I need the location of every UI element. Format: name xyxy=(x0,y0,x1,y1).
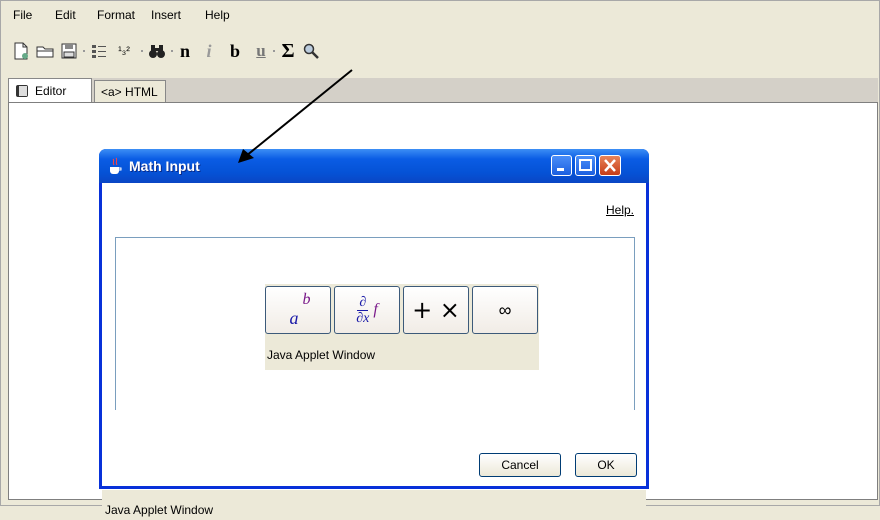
math-input-dialog: Math Input Help. a b ∂ ∂x f + × ∞ Java A… xyxy=(99,149,649,520)
derivative-numerator: ∂ xyxy=(357,294,369,311)
menu-format[interactable]: Format xyxy=(97,8,135,22)
derivative-fraction: ∂ ∂x xyxy=(356,295,369,326)
dialog-body: Help. a b ∂ ∂x f + × ∞ Java Applet Windo… xyxy=(102,183,646,520)
editor-book-icon xyxy=(16,84,28,97)
sigma-math-button[interactable]: Σ xyxy=(277,40,299,62)
dialog-titlebar[interactable]: Math Input xyxy=(99,149,649,183)
cancel-button[interactable]: Cancel xyxy=(479,453,561,477)
tab-html-label: <a> HTML xyxy=(101,84,158,99)
n-format-button[interactable]: n xyxy=(175,40,195,62)
toolbar: ¹₃² n i b u Σ xyxy=(1,36,879,74)
applet-caption: Java Applet Window xyxy=(267,348,376,362)
tab-editor-label: Editor xyxy=(35,83,67,98)
tab-html[interactable]: <a> HTML xyxy=(94,80,166,102)
bottom-caption: Java Applet Window xyxy=(105,503,214,517)
infinity-label: ∞ xyxy=(498,299,512,320)
superscript-base: a xyxy=(289,307,299,328)
underline-button[interactable]: u xyxy=(251,40,271,62)
dialog-title: Math Input xyxy=(129,158,200,174)
maximize-button[interactable] xyxy=(575,155,596,176)
tab-strip: Editor <a> HTML xyxy=(8,78,878,102)
menu-bar: File Edit Format Insert Help xyxy=(1,1,879,29)
zoom-magnifier-icon[interactable] xyxy=(301,40,321,62)
menu-file[interactable]: File xyxy=(13,8,32,22)
operators-button[interactable]: + × xyxy=(403,286,469,334)
new-document-icon[interactable] xyxy=(11,40,31,62)
derivative-button[interactable]: ∂ ∂x f xyxy=(334,286,400,334)
minimize-icon xyxy=(557,168,564,171)
list-icon[interactable] xyxy=(89,40,109,62)
maximize-icon xyxy=(579,159,592,171)
ok-button[interactable]: OK xyxy=(575,453,637,477)
menu-help[interactable]: Help xyxy=(205,8,230,22)
java-cup-icon xyxy=(110,157,122,174)
derivative-denominator: ∂x xyxy=(356,310,370,326)
tab-editor[interactable]: Editor xyxy=(8,78,92,102)
java-applet: a b ∂ ∂x f + × ∞ Java Applet Window xyxy=(265,284,539,370)
menu-edit[interactable]: Edit xyxy=(55,8,76,22)
derivative-function: f xyxy=(373,301,378,318)
close-icon xyxy=(604,159,616,172)
operators-label: + × xyxy=(412,296,460,324)
superscript-exponent: b xyxy=(302,291,311,308)
infinity-button[interactable]: ∞ xyxy=(472,286,538,334)
help-link[interactable]: Help. xyxy=(606,203,634,217)
close-button[interactable] xyxy=(599,155,621,176)
menu-insert[interactable]: Insert xyxy=(151,8,181,22)
applet-warning-strip: Java Applet Window xyxy=(102,490,646,520)
save-icon[interactable] xyxy=(59,40,79,62)
find-binoculars-icon[interactable] xyxy=(147,40,167,62)
bold-button[interactable]: b xyxy=(225,40,245,62)
superscript-button[interactable]: a b xyxy=(265,286,331,334)
italic-button[interactable]: i xyxy=(199,40,219,62)
formula-panel: a b ∂ ∂x f + × ∞ Java Applet Window xyxy=(115,237,635,410)
open-folder-icon[interactable] xyxy=(35,40,55,62)
minimize-button[interactable] xyxy=(551,155,572,176)
fraction-button[interactable]: ¹₃² xyxy=(111,40,137,62)
